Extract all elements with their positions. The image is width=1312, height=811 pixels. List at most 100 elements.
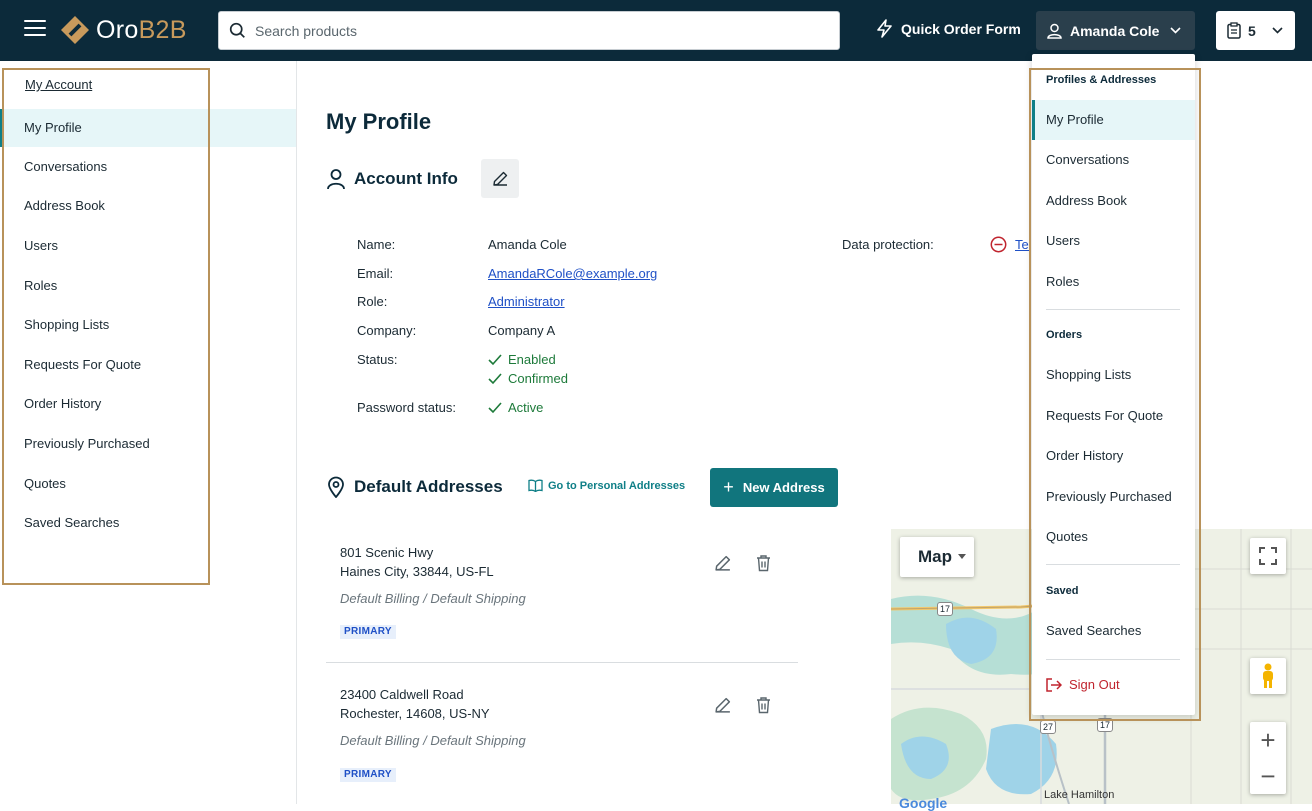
delete-address-2-trash-icon[interactable] xyxy=(755,696,772,714)
address-1-line2: Haines City, 33844, US-FL xyxy=(340,564,494,579)
dropdown-item-shopping-lists[interactable]: Shopping Lists xyxy=(1032,355,1195,395)
logo[interactable]: OroB2B xyxy=(60,14,187,46)
sidebar-item-requests-for-quote[interactable]: Requests For Quote xyxy=(0,346,296,384)
status-enabled: Enabled xyxy=(488,352,556,367)
road-17-shield: 17 xyxy=(937,602,953,616)
google-logo: Google xyxy=(899,795,948,811)
dropdown-item-quotes[interactable]: Quotes xyxy=(1032,517,1195,557)
check-icon xyxy=(488,401,502,413)
caret-down-icon xyxy=(958,554,966,559)
search-input[interactable] xyxy=(255,22,815,39)
street-view-pegman[interactable] xyxy=(1250,658,1286,694)
sidebar-item-quotes[interactable]: Quotes xyxy=(0,465,296,503)
new-address-button[interactable]: + New Address xyxy=(710,468,838,507)
sidebar-item-conversations[interactable]: Conversations xyxy=(0,148,296,186)
dropdown-separator xyxy=(1046,564,1180,565)
sidebar-item-users[interactable]: Users xyxy=(0,227,296,265)
go-to-personal-addresses-label: Go to Personal Addresses xyxy=(548,479,686,492)
address-2-primary-badge: PRIMARY xyxy=(340,768,396,782)
dropdown-separator xyxy=(1046,309,1180,310)
edit-address-1-pencil-icon[interactable] xyxy=(714,554,732,572)
dropdown-separator xyxy=(1046,659,1180,660)
delete-address-1-trash-icon[interactable] xyxy=(755,554,772,572)
chevron-down-icon xyxy=(1272,27,1283,34)
account-info-heading: Account Info xyxy=(326,168,458,190)
go-to-personal-addresses-link[interactable]: Go to Personal Addresses xyxy=(528,479,685,492)
minus-circle-icon xyxy=(990,236,1007,253)
dropdown-item-users[interactable]: Users xyxy=(1032,221,1195,261)
sidebar-item-previously-purchased[interactable]: Previously Purchased xyxy=(0,425,296,463)
company-value: Company A xyxy=(488,323,556,338)
map-type-button[interactable]: Map xyxy=(900,537,974,577)
search-icon xyxy=(229,22,245,38)
status-confirmed: Confirmed xyxy=(488,371,568,386)
role-link[interactable]: Administrator xyxy=(488,294,565,309)
user-menu-button[interactable]: Amanda Cole xyxy=(1036,11,1195,50)
company-label: Company: xyxy=(357,323,417,338)
shopping-list-count: 5 xyxy=(1248,22,1256,39)
dropdown-item-roles[interactable]: Roles xyxy=(1032,262,1195,302)
sidebar-item-saved-searches[interactable]: Saved Searches xyxy=(0,504,296,542)
edit-address-2-pencil-icon[interactable] xyxy=(714,696,732,714)
address-2-line2: Rochester, 14608, US-NY xyxy=(340,706,490,721)
password-status-value: Active xyxy=(488,400,543,415)
account-sidebar: My Account My Profile Conversations Addr… xyxy=(0,61,297,804)
data-protection-link[interactable]: Terms xyxy=(1015,237,1029,252)
dropdown-item-order-history[interactable]: Order History xyxy=(1032,436,1195,476)
user-name: Amanda Cole xyxy=(1070,22,1160,39)
default-addresses-title: Default Addresses xyxy=(354,477,503,496)
dropdown-item-address-book[interactable]: Address Book xyxy=(1032,181,1195,221)
quick-order-form-link[interactable]: Quick Order Form xyxy=(876,19,1021,38)
sign-out-label: Sign Out xyxy=(1069,677,1120,692)
default-addresses-heading: Default Addresses xyxy=(326,476,503,498)
sign-out-icon xyxy=(1046,677,1062,692)
map-type-label: Map xyxy=(918,547,952,566)
sidebar-title[interactable]: My Account xyxy=(25,77,92,92)
email-link[interactable]: AmandaRCole@example.org xyxy=(488,266,657,281)
quick-order-label: Quick Order Form xyxy=(901,20,1021,37)
logo-mark-icon xyxy=(60,15,90,45)
name-value: Amanda Cole xyxy=(488,237,567,252)
dropdown-item-previously-purchased[interactable]: Previously Purchased xyxy=(1032,477,1195,517)
location-pin-icon xyxy=(328,476,344,498)
dropdown-item-my-profile[interactable]: My Profile xyxy=(1032,100,1195,140)
data-protection-label: Data protection: xyxy=(842,237,934,252)
check-icon xyxy=(488,353,502,365)
user-icon xyxy=(327,169,345,190)
pegman-icon xyxy=(1263,663,1273,688)
sidebar-item-my-profile[interactable]: My Profile xyxy=(0,109,296,147)
hamburger-menu-icon[interactable] xyxy=(24,20,46,40)
lightning-icon xyxy=(877,19,892,38)
page-title: My Profile xyxy=(326,109,432,134)
dropdown-item-conversations[interactable]: Conversations xyxy=(1032,140,1195,180)
sidebar-item-roles[interactable]: Roles xyxy=(0,267,296,305)
address-divider xyxy=(326,662,798,663)
address-1-line1: 801 Scenic Hwy xyxy=(340,545,434,560)
role-label: Role: xyxy=(357,294,388,309)
status-confirmed-text: Confirmed xyxy=(508,371,568,386)
logo-text: OroB2B xyxy=(96,15,187,44)
dropdown-section-saved: Saved xyxy=(1046,585,1079,597)
fullscreen-button[interactable] xyxy=(1250,538,1286,574)
zoom-in-button[interactable]: + xyxy=(1250,722,1286,758)
dropdown-item-saved-searches[interactable]: Saved Searches xyxy=(1032,611,1195,651)
dropdown-item-requests-for-quote[interactable]: Requests For Quote xyxy=(1032,396,1195,436)
dropdown-section-profiles: Profiles & Addresses xyxy=(1046,74,1157,86)
clipboard-icon xyxy=(1227,22,1241,39)
edit-account-button[interactable] xyxy=(481,159,519,198)
name-label: Name: xyxy=(357,237,396,252)
road-27-shield: 27 xyxy=(1040,720,1056,734)
address-1-primary-badge: PRIMARY xyxy=(340,625,396,639)
chevron-down-icon xyxy=(1170,27,1181,34)
zoom-out-button[interactable]: − xyxy=(1250,758,1286,794)
sidebar-item-order-history[interactable]: Order History xyxy=(0,385,296,423)
sidebar-item-address-book[interactable]: Address Book xyxy=(0,187,296,225)
zoom-controls: + − xyxy=(1250,722,1286,794)
shopping-list-button[interactable]: 5 xyxy=(1216,11,1295,50)
sign-out-link[interactable]: Sign Out xyxy=(1046,677,1120,692)
book-icon xyxy=(528,479,543,492)
sidebar-item-shopping-lists[interactable]: Shopping Lists xyxy=(0,306,296,344)
status-label: Status: xyxy=(357,352,398,367)
search-box[interactable] xyxy=(218,11,840,50)
pencil-icon xyxy=(492,171,507,186)
